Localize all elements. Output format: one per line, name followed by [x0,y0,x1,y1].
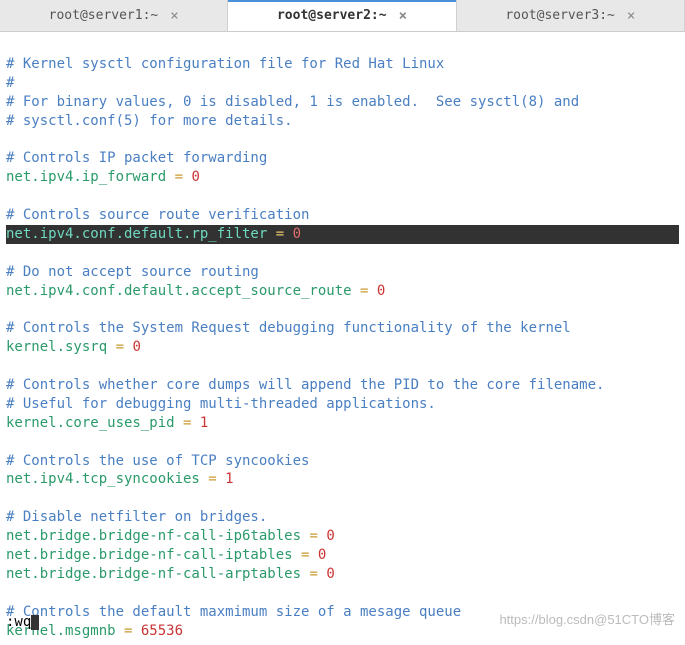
sysctl-value: 1 [225,471,233,487]
comment-line: # Controls the System Request debugging … [6,320,571,336]
equals-op: = [175,415,200,431]
cursor-line: net.ipv4.conf.default.rp_filter = 0 [6,225,679,244]
watermark-text: https://blog.csdn@51CTO博客 [499,609,675,628]
equals-op: = [107,339,132,355]
terminal-editor[interactable]: # Kernel sysctl configuration file for R… [0,32,685,645]
equals-op: = [301,566,326,582]
comment-line: # Controls the default maxmimum size of … [6,604,461,620]
sysctl-key: net.bridge.bridge-nf-call-iptables [6,547,293,563]
comment-line: # Controls IP packet forwarding [6,150,267,166]
equals-op: = [116,623,141,639]
comment-line: # [6,75,14,91]
vim-command-line[interactable]: :wq [6,614,39,630]
sysctl-key: kernel.core_uses_pid [6,415,175,431]
comment-line: # Do not accept source routing [6,264,259,280]
comment-line: # sysctl.conf(5) for more details. [6,113,293,129]
sysctl-value: 0 [191,169,199,185]
tab-label: root@server3:~ [505,8,615,23]
comment-line: # Controls whether core dumps will appen… [6,377,604,393]
sysctl-key: kernel.sysrq [6,339,107,355]
sysctl-value: 65536 [141,623,183,639]
tab-server1[interactable]: root@server1:~ × [0,0,228,31]
sysctl-key: net.bridge.bridge-nf-call-arptables [6,566,301,582]
sysctl-key: net.ipv4.tcp_syncookies [6,471,200,487]
equals-op: = [293,547,318,563]
close-icon[interactable]: × [399,8,407,24]
tab-label: root@server2:~ [277,8,387,23]
equals-op: = [301,528,326,544]
close-icon[interactable]: × [627,8,635,24]
tab-label: root@server1:~ [49,8,159,23]
close-icon[interactable]: × [170,8,178,24]
sysctl-value: 0 [132,339,140,355]
equals-op: = [166,169,191,185]
sysctl-value: 0 [293,226,301,242]
sysctl-value: 0 [318,547,326,563]
comment-line: # Kernel sysctl configuration file for R… [6,56,444,72]
tab-bar: root@server1:~ × root@server2:~ × root@s… [0,0,685,32]
tab-server3[interactable]: root@server3:~ × [457,0,685,31]
sysctl-key: net.ipv4.conf.default.rp_filter [6,226,267,242]
sysctl-value: 0 [377,283,385,299]
comment-line: # For binary values, 0 is disabled, 1 is… [6,94,579,110]
comment-line: # Controls source route verification [6,207,309,223]
sysctl-key: net.ipv4.conf.default.accept_source_rout… [6,283,352,299]
vim-command: :wq [6,614,31,630]
sysctl-value: 0 [326,528,334,544]
comment-line: # Useful for debugging multi-threaded ap… [6,396,436,412]
comment-line: # Disable netfilter on bridges. [6,509,267,525]
sysctl-key: net.ipv4.ip_forward [6,169,166,185]
sysctl-key: net.bridge.bridge-nf-call-ip6tables [6,528,301,544]
equals-op: = [352,283,377,299]
sysctl-value: 1 [200,415,208,431]
equals-op: = [267,226,292,242]
comment-line: # Controls the use of TCP syncookies [6,453,309,469]
sysctl-value: 0 [326,566,334,582]
cursor-icon [31,615,39,630]
equals-op: = [200,471,225,487]
tab-server2[interactable]: root@server2:~ × [228,0,456,31]
